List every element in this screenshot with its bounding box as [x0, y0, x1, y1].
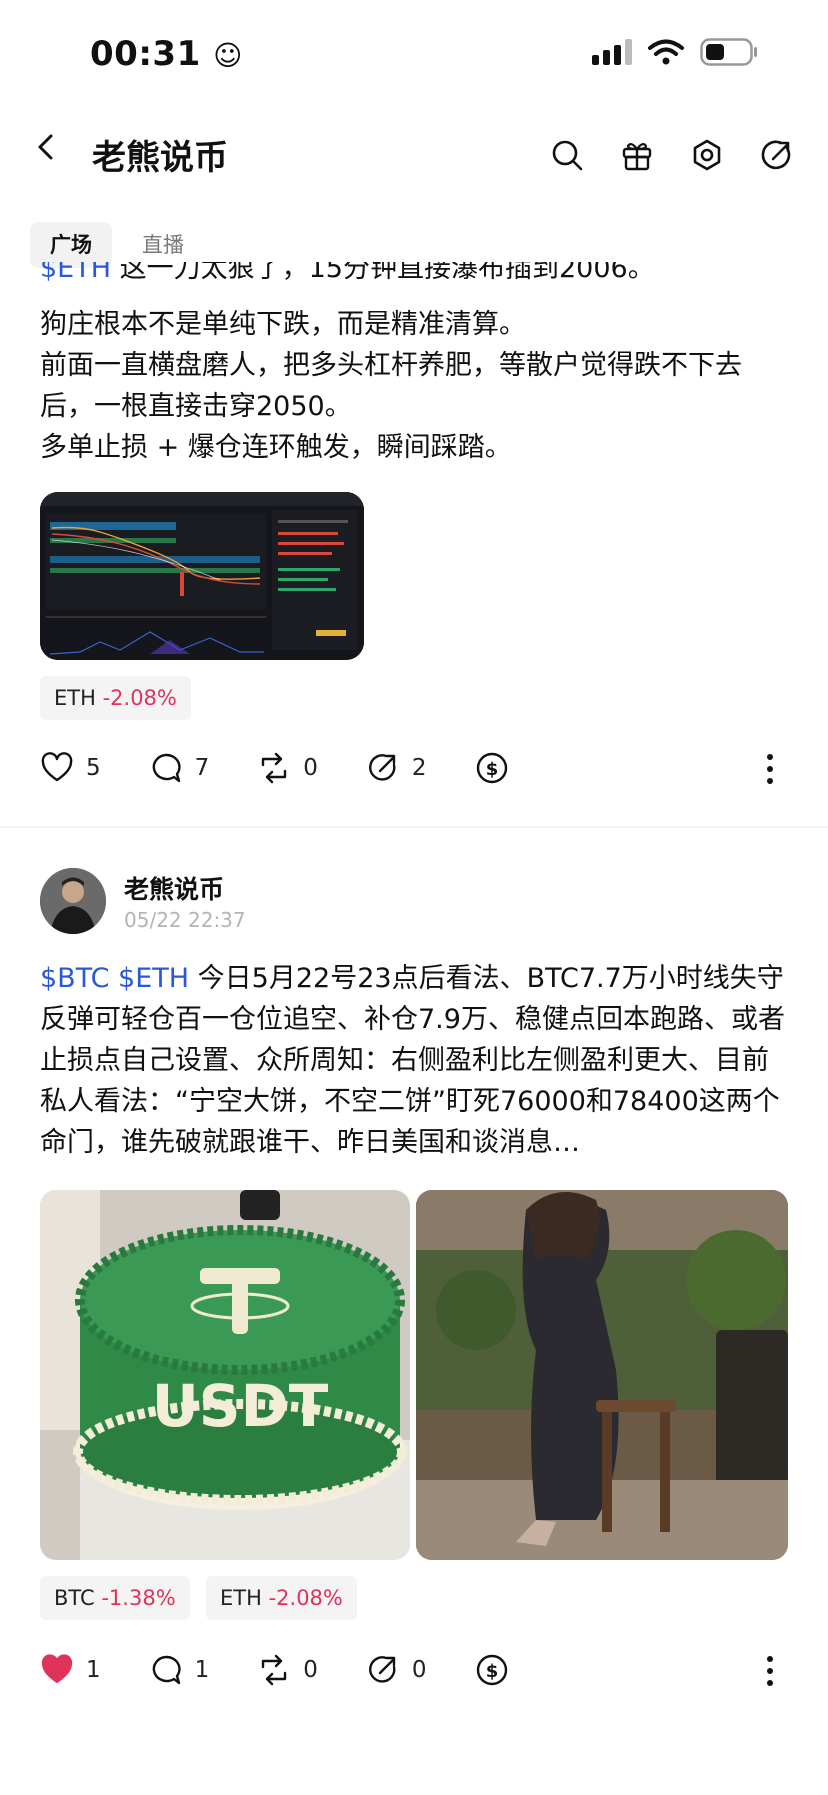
- svg-text:$: $: [485, 1661, 498, 1682]
- settings-icon[interactable]: [690, 138, 724, 172]
- svg-text:$: $: [485, 759, 498, 780]
- like-button[interactable]: 5: [40, 751, 101, 785]
- post-time: 05/22 22:37: [124, 908, 246, 932]
- share-button[interactable]: 0: [366, 1653, 427, 1687]
- tip-icon: $: [476, 752, 507, 784]
- avatar[interactable]: [40, 868, 106, 934]
- battery-icon: [700, 38, 757, 66]
- cake-label: USDT: [152, 1372, 329, 1440]
- comment-button[interactable]: 1: [149, 1653, 209, 1687]
- post1-chart-image[interactable]: [40, 492, 364, 660]
- share-arrow-icon: [368, 1656, 396, 1683]
- share-arrow-icon: [368, 754, 396, 781]
- post1-line-1: 狗庄根本不是单纯下跌，而是精准清算。: [40, 309, 526, 340]
- tip-button[interactable]: $: [475, 751, 509, 785]
- wifi-icon: [648, 39, 684, 65]
- more-icon[interactable]: [760, 752, 780, 786]
- post2-tag-btc[interactable]: BTC -1.38%: [40, 1576, 190, 1620]
- post2-image-photo[interactable]: [416, 1190, 788, 1560]
- status-time: 00:31 ☺: [90, 34, 243, 74]
- status-icons: [592, 38, 758, 66]
- heart-icon-filled: [41, 1654, 73, 1683]
- repost-button[interactable]: 0: [257, 751, 318, 785]
- post1-action-bar: 5 7 0 2 $: [40, 748, 788, 788]
- heart-icon: [41, 752, 73, 782]
- repost-icon: [262, 752, 287, 784]
- gift-icon[interactable]: [620, 138, 654, 172]
- post1-partial-line: $ETH 这一刀太狠了，15分钟直接瀑布插到2006。: [40, 262, 790, 290]
- post2-image-cake[interactable]: USDT: [40, 1190, 410, 1560]
- comment-icon: [152, 1655, 181, 1685]
- share-button[interactable]: 2: [366, 751, 427, 785]
- like-button[interactable]: 1: [40, 1653, 101, 1687]
- post1-tag-eth[interactable]: ETH -2.08%: [40, 676, 191, 720]
- header-actions: [550, 138, 794, 172]
- post1-line-2: 前面一直横盘磨人，把多头杠杆养肥，等散户觉得跌不下去后，一根直接击穿2050。: [40, 350, 742, 422]
- comment-icon: [152, 753, 181, 783]
- repost-button[interactable]: 0: [257, 1653, 318, 1687]
- page-title: 老熊说币: [92, 138, 228, 178]
- signal-icon: [592, 39, 632, 65]
- share-icon[interactable]: [760, 138, 794, 172]
- face-emoji-icon: ☺: [213, 39, 243, 72]
- trading-chart-screenshot: [40, 492, 364, 660]
- tip-icon: $: [476, 1654, 507, 1686]
- post2-text[interactable]: $BTC $ETH 今日5月22号23点后看法、BTC7.7万小时线失守反弹可轻…: [40, 958, 790, 1170]
- post1-line-3: 多单止损 + 爆仓连环触发，瞬间踩踏。: [40, 432, 512, 463]
- post1-ticker-link[interactable]: $ETH: [40, 262, 111, 284]
- post2-tickers[interactable]: $BTC $ETH: [40, 963, 189, 994]
- tip-button[interactable]: $: [475, 1653, 509, 1687]
- author-name[interactable]: 老熊说币: [124, 870, 224, 906]
- more-icon[interactable]: [760, 1654, 780, 1688]
- search-icon[interactable]: [550, 138, 584, 172]
- back-icon[interactable]: [34, 134, 60, 160]
- repost-icon: [262, 1654, 287, 1686]
- post2-action-bar: 1 1 0 0 $: [40, 1650, 788, 1690]
- comment-button[interactable]: 7: [149, 751, 209, 785]
- post2-tag-eth[interactable]: ETH -2.08%: [206, 1576, 357, 1620]
- post-divider: [0, 826, 828, 828]
